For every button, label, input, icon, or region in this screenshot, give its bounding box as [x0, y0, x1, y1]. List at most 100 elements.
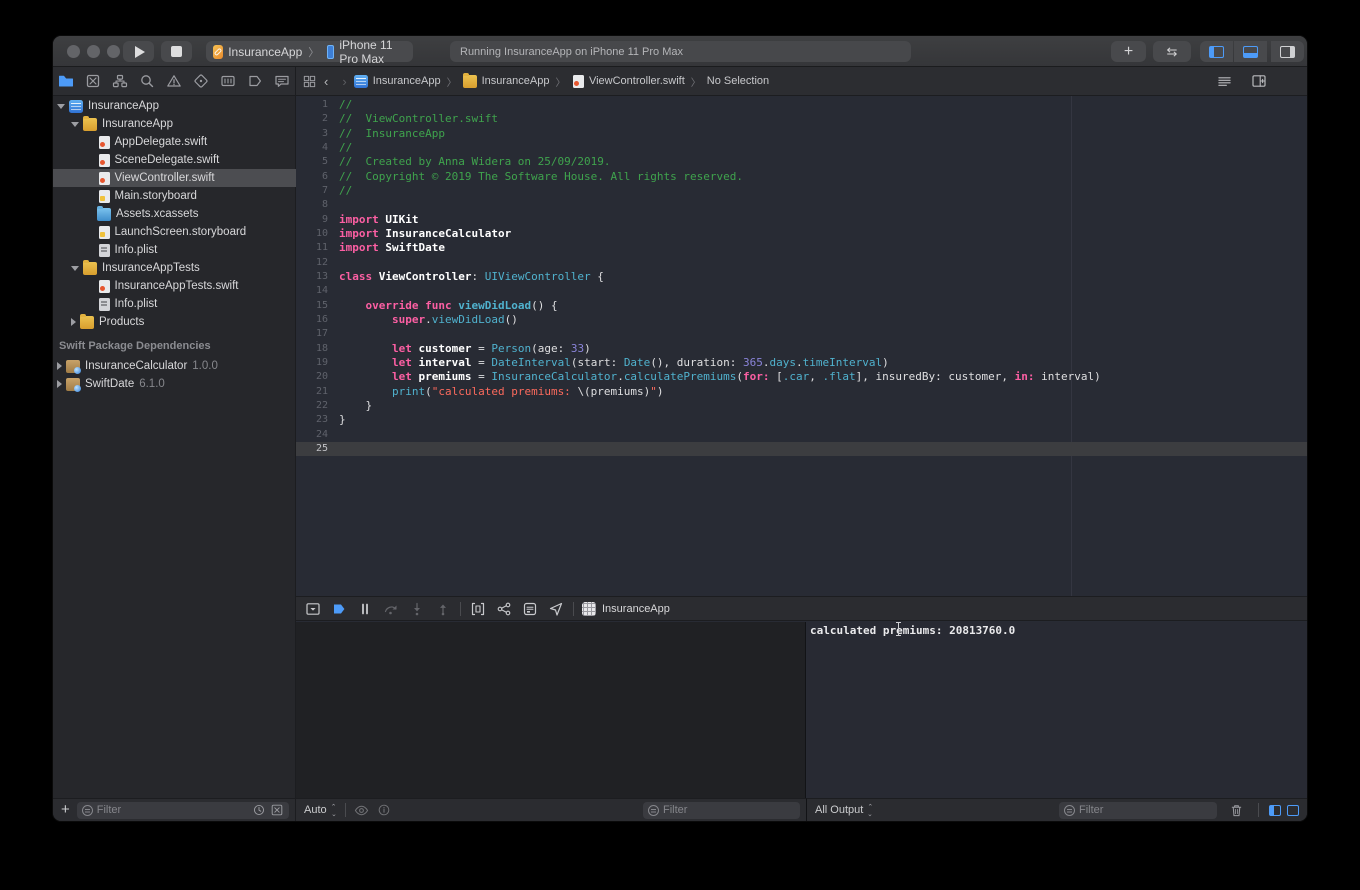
code-line-5[interactable]: 5// Created by Anna Widera on 25/09/2019…: [296, 155, 1307, 169]
code-line-20[interactable]: 20 let premiums = InsuranceCalculator.ca…: [296, 370, 1307, 384]
view-debugger-icon[interactable]: [465, 599, 491, 619]
variables-filter-field[interactable]: Filter: [643, 802, 800, 819]
code-line-24[interactable]: 24: [296, 428, 1307, 442]
console-scope-selector[interactable]: All Output ⌃⌃: [815, 804, 873, 816]
code-line-18[interactable]: 18 let customer = Person(age: 33): [296, 342, 1307, 356]
code-line-12[interactable]: 12: [296, 256, 1307, 270]
process-selector[interactable]: InsuranceApp: [582, 602, 670, 616]
navigator-tab-reports-icon[interactable]: [268, 70, 295, 92]
disclosure-triangle-icon[interactable]: [71, 266, 79, 271]
add-editor-icon[interactable]: [1251, 73, 1267, 89]
show-console-toggle[interactable]: [1287, 805, 1299, 816]
tree-item-launchscreen-storyboard[interactable]: LaunchScreen.storyboard: [53, 223, 296, 241]
recent-files-icon[interactable]: [252, 803, 266, 817]
pause-icon[interactable]: [352, 599, 378, 619]
clear-console-icon[interactable]: [1229, 803, 1244, 818]
show-variables-toggle[interactable]: [1269, 805, 1281, 816]
code-line-1[interactable]: 1//: [296, 98, 1307, 112]
variables-view[interactable]: [296, 622, 806, 798]
tree-item-main-storyboard[interactable]: Main.storyboard: [53, 187, 296, 205]
disclosure-triangle-icon[interactable]: [57, 380, 62, 388]
tree-item-scenedelegate-swift[interactable]: SceneDelegate.swift: [53, 151, 296, 169]
editor-swap-button[interactable]: ⇆: [1153, 41, 1191, 62]
variables-scope-selector[interactable]: Auto ⌃⌃: [304, 804, 337, 816]
disclosure-triangle-icon[interactable]: [57, 362, 62, 370]
add-file-button[interactable]: +: [61, 801, 70, 818]
code-line-15[interactable]: 15 override func viewDidLoad() {: [296, 299, 1307, 313]
navigator-tab-symbols-icon[interactable]: [107, 70, 134, 92]
memory-graph-icon[interactable]: [491, 599, 517, 619]
toggle-navigator-button[interactable]: [1200, 41, 1233, 62]
hide-debug-area-icon[interactable]: [300, 599, 326, 619]
breadcrumb-item[interactable]: InsuranceApp: [354, 75, 441, 88]
run-button[interactable]: [123, 41, 154, 62]
tree-item-insuranceapptests-swift[interactable]: InsuranceAppTests.swift: [53, 277, 296, 295]
breadcrumb-item[interactable]: No Selection: [707, 75, 769, 87]
forward-button[interactable]: ›: [335, 74, 353, 89]
code-line-2[interactable]: 2// ViewController.swift: [296, 112, 1307, 126]
package-item-insurancecalculator[interactable]: InsuranceCalculator1.0.0: [53, 357, 296, 375]
code-line-6[interactable]: 6// Copyright © 2019 The Software House.…: [296, 170, 1307, 184]
minimize-button[interactable]: [87, 45, 100, 58]
console-filter-field[interactable]: Filter: [1059, 802, 1217, 819]
navigator-tab-source-control-icon[interactable]: [80, 70, 107, 92]
step-out-icon[interactable]: [430, 599, 456, 619]
close-button[interactable]: [67, 45, 80, 58]
source-editor[interactable]: 1//2// ViewController.swift3// Insurance…: [296, 96, 1307, 596]
code-line-14[interactable]: 14: [296, 284, 1307, 298]
navigator-filter-field[interactable]: Filter: [77, 802, 289, 819]
code-line-8[interactable]: 8: [296, 198, 1307, 212]
library-button[interactable]: +: [1111, 41, 1146, 62]
navigator-tab-breakpoints-icon[interactable]: [241, 70, 268, 92]
scm-status-filter-icon[interactable]: [270, 803, 284, 817]
toggle-inspector-button[interactable]: [1271, 41, 1304, 62]
package-item-swiftdate[interactable]: SwiftDate6.1.0: [53, 375, 296, 393]
code-line-3[interactable]: 3// InsuranceApp: [296, 127, 1307, 141]
tree-item-products[interactable]: Products: [53, 313, 296, 331]
step-into-icon[interactable]: [404, 599, 430, 619]
disclosure-triangle-icon[interactable]: [57, 104, 65, 109]
breadcrumb-item[interactable]: ViewController.swift: [571, 75, 684, 88]
scheme-device-name[interactable]: iPhone 11 Pro Max: [339, 38, 413, 66]
navigator-tab-tests-icon[interactable]: [187, 70, 214, 92]
simulate-location-icon[interactable]: [543, 599, 569, 619]
back-button[interactable]: ‹: [317, 74, 335, 89]
code-line-21[interactable]: 21 print("calculated premiums: \(premium…: [296, 385, 1307, 399]
tree-item-assets-xcassets[interactable]: Assets.xcassets: [53, 205, 296, 223]
related-items-icon[interactable]: [302, 74, 317, 89]
breadcrumb-item[interactable]: InsuranceApp: [463, 75, 550, 88]
zoom-button[interactable]: [107, 45, 120, 58]
console[interactable]: calculated premiums: 20813760.0: [807, 622, 1307, 798]
navigator-tab-find-icon[interactable]: [134, 70, 161, 92]
stop-button[interactable]: [161, 41, 192, 62]
quicklook-icon[interactable]: [354, 803, 369, 818]
code-line-19[interactable]: 19 let interval = DateInterval(start: Da…: [296, 356, 1307, 370]
disclosure-triangle-icon[interactable]: [71, 318, 76, 326]
code-line-7[interactable]: 7//: [296, 184, 1307, 198]
toggle-debug-area-button[interactable]: [1234, 41, 1267, 62]
tree-item-viewcontroller-swift[interactable]: ViewController.swift: [53, 169, 296, 187]
code-line-22[interactable]: 22 }: [296, 399, 1307, 413]
scheme-app-name[interactable]: InsuranceApp: [228, 45, 302, 59]
tree-item-appdelegate-swift[interactable]: AppDelegate.swift: [53, 133, 296, 151]
tree-item-insuranceapp[interactable]: InsuranceApp: [53, 115, 296, 133]
code-line-16[interactable]: 16 super.viewDidLoad(): [296, 313, 1307, 327]
editor-options-icon[interactable]: [1216, 74, 1233, 89]
navigator-tab-issues-icon[interactable]: [161, 70, 188, 92]
tree-item-info-plist[interactable]: Info.plist: [53, 241, 296, 259]
code-line-11[interactable]: 11import SwiftDate: [296, 241, 1307, 255]
tree-item-insuranceapptests[interactable]: InsuranceAppTests: [53, 259, 296, 277]
tree-item-info-plist[interactable]: Info.plist: [53, 295, 296, 313]
navigator-tab-project-icon[interactable]: [53, 70, 80, 92]
code-line-13[interactable]: 13class ViewController: UIViewController…: [296, 270, 1307, 284]
info-icon[interactable]: [377, 803, 391, 817]
code-line-10[interactable]: 10import InsuranceCalculator: [296, 227, 1307, 241]
code-line-25[interactable]: 25: [296, 442, 1307, 456]
code-line-4[interactable]: 4//: [296, 141, 1307, 155]
environment-overrides-icon[interactable]: [517, 599, 543, 619]
tree-item-insuranceapp[interactable]: InsuranceApp: [53, 97, 296, 115]
breakpoints-toggle-icon[interactable]: [326, 599, 352, 619]
disclosure-triangle-icon[interactable]: [71, 122, 79, 127]
navigator-tab-debug-icon[interactable]: [214, 70, 241, 92]
code-line-17[interactable]: 17: [296, 327, 1307, 341]
